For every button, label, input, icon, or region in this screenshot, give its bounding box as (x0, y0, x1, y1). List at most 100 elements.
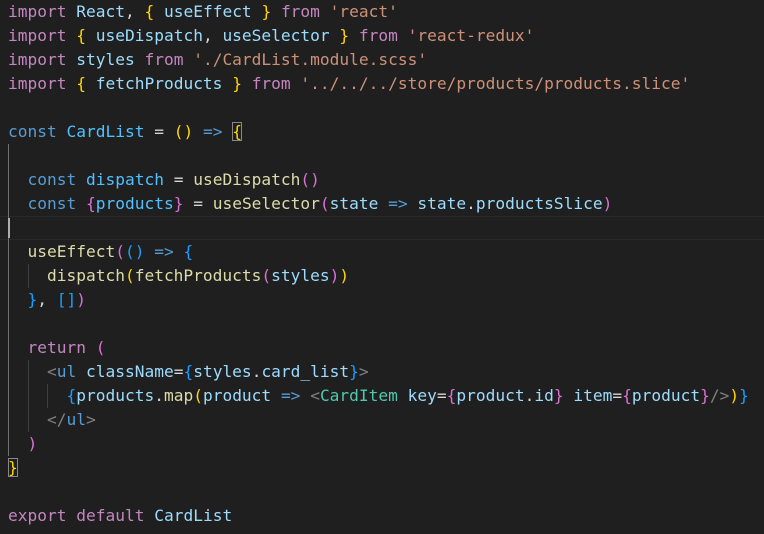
code-token: ) (183, 122, 194, 141)
code-token: } (739, 386, 749, 405)
code-token: } (700, 386, 710, 405)
code-token: /> (709, 386, 730, 405)
code-token: . (251, 362, 262, 381)
code-line[interactable]: const dispatch = useDispatch() (8, 168, 320, 192)
code-token: , (124, 2, 145, 21)
code-token: useDispatch (95, 26, 203, 45)
code-token: key (407, 386, 437, 405)
code-token: < (310, 386, 320, 405)
code-token: products (76, 386, 155, 405)
code-token: import (8, 26, 67, 45)
code-token: ) (310, 170, 320, 189)
code-token: styles (271, 266, 330, 285)
code-line[interactable]: ) (8, 432, 38, 456)
code-token: product (202, 386, 272, 405)
code-token: { (76, 26, 86, 45)
code-line[interactable]: import React, { useEffect } from 'react' (8, 0, 398, 24)
code-token: = (612, 386, 623, 405)
code-token: ) (76, 290, 86, 309)
code-token: useSelector (222, 26, 330, 45)
code-token: default (76, 506, 145, 525)
code-line[interactable]: <ul className={styles.card_list}> (8, 360, 369, 384)
code-line[interactable]: </ul> (8, 408, 96, 432)
code-line[interactable]: import { fetchProducts } from '../../../… (8, 72, 690, 96)
code-token: dispatch (85, 170, 164, 189)
code-token: map (163, 386, 194, 405)
code-token: = (183, 194, 213, 213)
code-token: styles (193, 362, 252, 381)
code-token: '../../../store/products/products.slice' (300, 74, 691, 93)
code-token: product (631, 386, 701, 405)
code-token: , (37, 290, 57, 309)
code-line[interactable]: import styles from './CardList.module.sc… (8, 48, 427, 72)
code-token: { (446, 386, 457, 405)
code-token: product (456, 386, 525, 405)
code-token: => (154, 242, 174, 261)
code-token: state (417, 194, 467, 213)
code-token: > (358, 362, 369, 381)
code-token: ( (124, 266, 135, 285)
code-token: ( (319, 194, 330, 213)
code-token: ) (339, 266, 350, 285)
code-token: { (66, 386, 77, 405)
code-token: card_list (261, 362, 350, 381)
code-line[interactable]: export default CardList (8, 504, 232, 528)
code-line[interactable]: dispatch(fetchProducts(styles)) (8, 264, 349, 288)
code-line[interactable]: return ( (8, 336, 106, 360)
code-line[interactable]: const {products} = useSelector(state => … (8, 192, 613, 216)
code-token: return (27, 338, 86, 357)
code-token: CardList (66, 122, 145, 141)
code-line[interactable]: }, []) (8, 288, 87, 312)
code-token: ( (261, 266, 272, 285)
code-token: from (251, 74, 291, 93)
code-line[interactable]: const CardList = () => { (8, 120, 242, 144)
code-token: [ (56, 290, 67, 309)
code-token: React (76, 2, 125, 21)
text-cursor (8, 218, 10, 238)
code-token: , (202, 26, 223, 45)
code-token: } (553, 386, 564, 405)
code-token: fetchProducts (95, 74, 223, 93)
current-line-highlight (0, 216, 764, 240)
code-token: fetchProducts (134, 266, 262, 285)
code-token: ) (134, 242, 145, 261)
code-token: = (436, 386, 447, 405)
code-token: item (573, 386, 613, 405)
code-token: . (466, 194, 476, 213)
code-token: . (524, 386, 535, 405)
code-line[interactable]: useEffect(() => { (8, 240, 194, 264)
code-token: id (534, 386, 554, 405)
code-editor[interactable]: import React, { useEffect } from 'react'… (0, 0, 764, 534)
code-line[interactable]: import { useDispatch, useSelector } from… (8, 24, 534, 48)
code-token: ul (66, 410, 86, 429)
code-token: { (232, 122, 242, 141)
code-line[interactable]: } (8, 456, 18, 480)
code-token: CardList (154, 506, 233, 525)
code-line[interactable]: {products.map(product => <CardItem key={… (8, 384, 749, 408)
